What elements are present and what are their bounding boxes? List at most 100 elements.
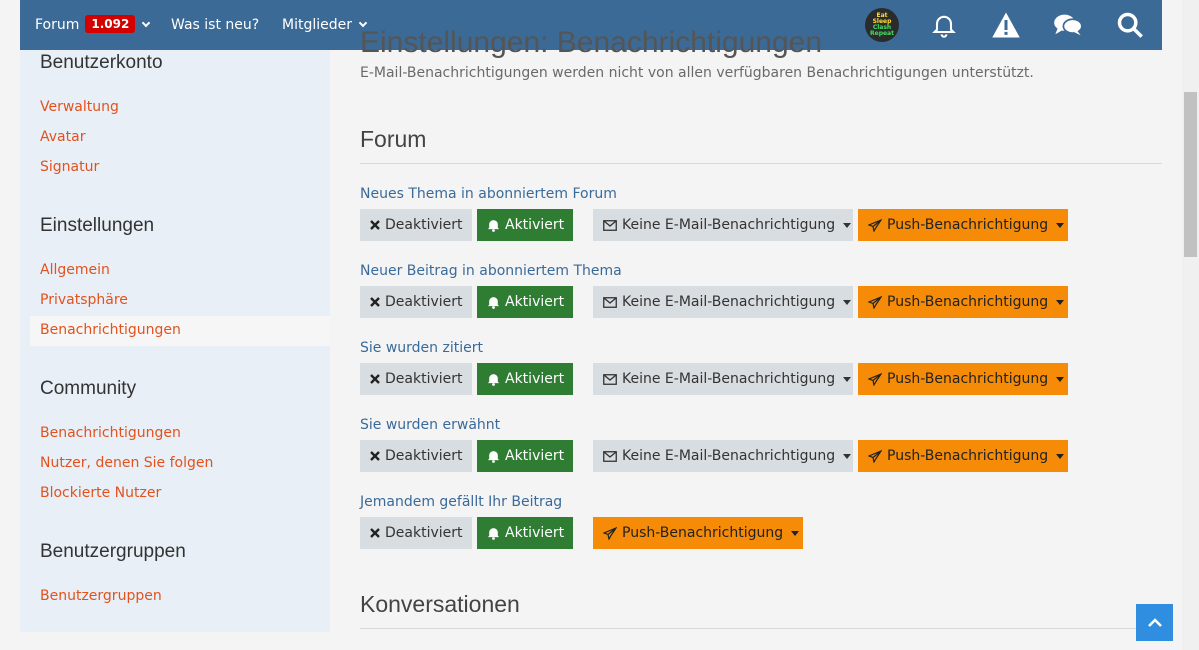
bell-icon[interactable]	[914, 0, 974, 50]
paper-plane-icon	[868, 449, 882, 463]
email-notification-dropdown-label: Keine E-Mail-Benachrichtigung	[622, 448, 836, 464]
push-notification-dropdown[interactable]: Push-Benachrichtigung	[858, 363, 1068, 395]
paper-plane-icon	[603, 526, 617, 540]
activate-button-label: Aktiviert	[505, 217, 565, 233]
email-notification-dropdown[interactable]: Keine E-Mail-Benachrichtigung	[593, 286, 853, 318]
bell-icon	[487, 372, 500, 386]
page-description: E-Mail-Benachrichtigungen werden nicht v…	[360, 65, 1034, 81]
deactivate-button[interactable]: Deaktiviert	[360, 286, 472, 318]
email-notification-dropdown-label: Keine E-Mail-Benachrichtigung	[622, 371, 836, 387]
section-title-konversationen: Konversationen	[360, 591, 520, 617]
sidebar-item-community-benachrichtigungen[interactable]: Benachrichtigungen	[40, 425, 181, 441]
deactivate-button-label: Deaktiviert	[385, 371, 463, 387]
caret-down-icon	[843, 299, 852, 305]
sidebar-heading: Benutzergruppen	[40, 541, 186, 562]
caret-down-icon	[1056, 376, 1065, 382]
email-notification-dropdown[interactable]: Keine E-Mail-Benachrichtigung	[593, 209, 853, 241]
paper-plane-icon	[868, 372, 882, 386]
section-divider	[360, 628, 1162, 629]
close-icon	[370, 297, 380, 307]
push-notification-dropdown[interactable]: Push-Benachrichtigung	[858, 209, 1068, 241]
nav-forum-label: Forum	[35, 17, 80, 33]
push-notification-dropdown-label: Push-Benachrichtigung	[887, 371, 1049, 387]
chevron-down-icon	[142, 18, 151, 28]
activate-button-label: Aktiviert	[505, 448, 565, 464]
email-notification-dropdown[interactable]: Keine E-Mail-Benachrichtigung	[593, 363, 853, 395]
sidebar-item-following[interactable]: Nutzer, denen Sie folgen	[40, 455, 213, 471]
sidebar-item-blocked[interactable]: Blockierte Nutzer	[40, 485, 161, 501]
push-notification-dropdown-label: Push-Benachrichtigung	[887, 294, 1049, 310]
caret-down-icon	[1056, 299, 1065, 305]
nav-members[interactable]: Mitglieder	[282, 0, 368, 50]
activate-button[interactable]: Aktiviert	[477, 286, 573, 318]
sidebar-item-verwaltung[interactable]: Verwaltung	[40, 99, 119, 115]
activate-button[interactable]: Aktiviert	[477, 440, 573, 472]
deactivate-button[interactable]: Deaktiviert	[360, 517, 472, 549]
envelope-icon	[603, 296, 617, 308]
push-notification-dropdown[interactable]: Push-Benachrichtigung	[858, 440, 1068, 472]
avatar: Eat Sleep Clash Repeat	[865, 8, 899, 42]
scrollbar-thumb[interactable]	[1184, 92, 1197, 257]
bell-icon	[487, 295, 500, 309]
push-notification-dropdown-label: Push-Benachrichtigung	[622, 525, 784, 541]
push-notification-dropdown-label: Push-Benachrichtigung	[887, 448, 1049, 464]
nav-forum[interactable]: Forum 1.092	[35, 0, 151, 50]
account-sidebar: Benutzerkonto Verwaltung Avatar Signatur…	[20, 50, 330, 632]
section-title-forum: Forum	[360, 126, 427, 152]
bell-icon	[487, 449, 500, 463]
activate-button[interactable]: Aktiviert	[477, 363, 573, 395]
search-icon[interactable]	[1100, 0, 1160, 50]
bell-icon	[487, 526, 500, 540]
activate-button-label: Aktiviert	[505, 525, 565, 541]
scroll-to-top-button[interactable]	[1136, 604, 1173, 641]
notification-label: Jemandem gefällt Ihr Beitrag	[360, 494, 563, 510]
close-icon	[370, 374, 380, 384]
push-notification-dropdown[interactable]: Push-Benachrichtigung	[593, 517, 803, 549]
chevron-up-icon	[1147, 617, 1162, 627]
deactivate-button[interactable]: Deaktiviert	[360, 363, 472, 395]
sidebar-item-benachrichtigungen-active[interactable]: Benachrichtigungen	[40, 322, 181, 338]
notification-label: Neues Thema in abonniertem Forum	[360, 186, 617, 202]
conversations-icon[interactable]	[1038, 0, 1098, 50]
sidebar-item-signatur[interactable]: Signatur	[40, 159, 99, 175]
sidebar-heading: Einstellungen	[40, 215, 155, 236]
warning-icon[interactable]	[976, 0, 1036, 50]
paper-plane-icon	[868, 295, 882, 309]
push-notification-dropdown-label: Push-Benachrichtigung	[887, 217, 1049, 233]
sidebar-item-avatar[interactable]: Avatar	[40, 129, 85, 145]
caret-down-icon	[1056, 222, 1065, 228]
email-notification-dropdown-label: Keine E-Mail-Benachrichtigung	[622, 217, 836, 233]
sidebar-heading: Benutzerkonto	[40, 52, 163, 73]
sidebar-item-privatsphaere[interactable]: Privatsphäre	[40, 292, 128, 308]
section-divider	[360, 163, 1162, 164]
caret-down-icon	[1056, 453, 1065, 459]
sidebar-item-allgemein[interactable]: Allgemein	[40, 262, 110, 278]
page-title: Einstellungen: Benachrichtigungen	[360, 26, 822, 59]
notification-label: Neuer Beitrag in abonniertem Thema	[360, 263, 622, 279]
activate-button[interactable]: Aktiviert	[477, 209, 573, 241]
notification-label: Sie wurden zitiert	[360, 340, 483, 356]
activate-button-label: Aktiviert	[505, 294, 565, 310]
close-icon	[370, 528, 380, 538]
nav-members-label: Mitglieder	[282, 17, 352, 33]
close-icon	[370, 220, 380, 230]
email-notification-dropdown[interactable]: Keine E-Mail-Benachrichtigung	[593, 440, 853, 472]
envelope-icon	[603, 219, 617, 231]
push-notification-dropdown[interactable]: Push-Benachrichtigung	[858, 286, 1068, 318]
envelope-icon	[603, 450, 617, 462]
close-icon	[370, 451, 380, 461]
deactivate-button-label: Deaktiviert	[385, 217, 463, 233]
email-notification-dropdown-label: Keine E-Mail-Benachrichtigung	[622, 294, 836, 310]
caret-down-icon	[843, 376, 852, 382]
caret-down-icon	[791, 530, 800, 536]
deactivate-button-label: Deaktiviert	[385, 448, 463, 464]
nav-whats-new[interactable]: Was ist neu?	[171, 0, 259, 50]
user-avatar[interactable]: Eat Sleep Clash Repeat	[852, 0, 912, 50]
sidebar-item-benutzergruppen[interactable]: Benutzergruppen	[40, 588, 162, 604]
activate-button-label: Aktiviert	[505, 371, 565, 387]
activate-button[interactable]: Aktiviert	[477, 517, 573, 549]
deactivate-button-label: Deaktiviert	[385, 294, 463, 310]
deactivate-button[interactable]: Deaktiviert	[360, 440, 472, 472]
deactivate-button[interactable]: Deaktiviert	[360, 209, 472, 241]
bell-icon	[487, 218, 500, 232]
